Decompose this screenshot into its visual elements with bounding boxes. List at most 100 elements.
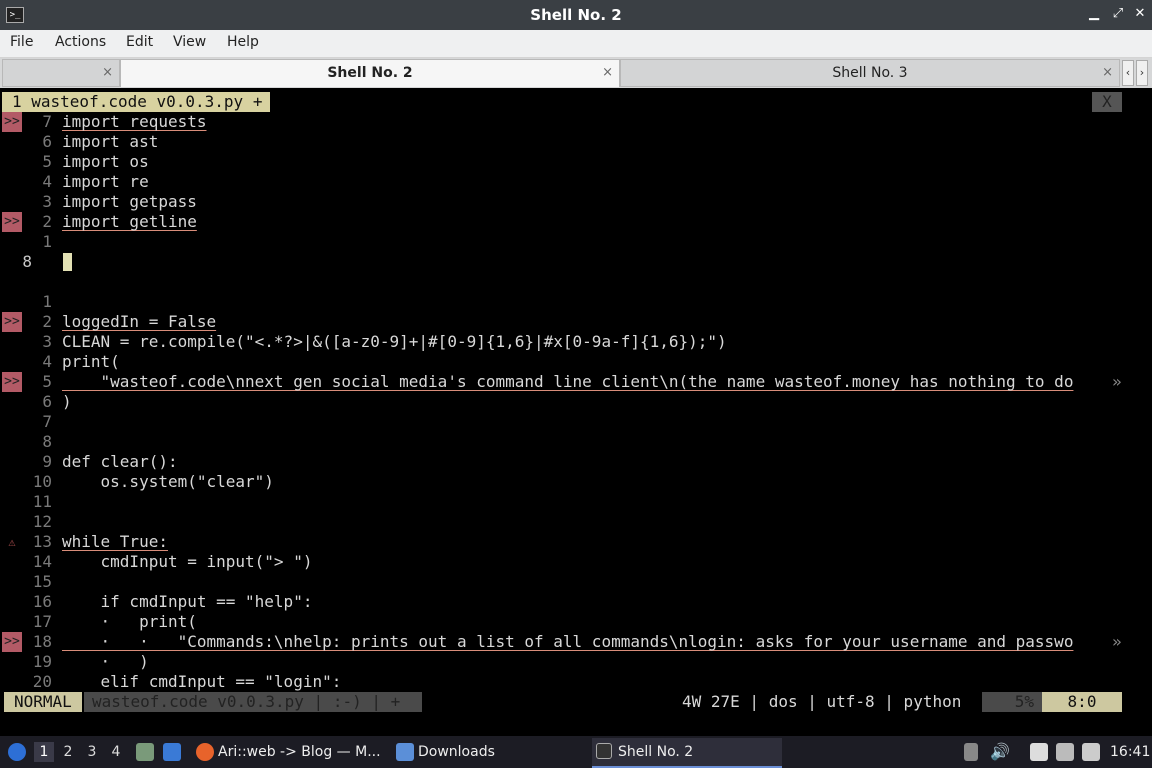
code-line[interactable]: >> 7 import requests [2, 112, 1150, 132]
close-icon[interactable]: × [102, 65, 113, 80]
terminal-view[interactable]: 1 wasteof.code v0.0.3.py + X >> 7 import r… [2, 90, 1150, 734]
code-line[interactable]: 12 [2, 512, 1150, 532]
code-line[interactable]: ⚠ 13 while True: [2, 532, 1150, 552]
taskbar: 1 2 3 4 Ari::web -> Blog — M... Download… [0, 736, 1152, 768]
start-menu-icon[interactable] [8, 743, 26, 761]
code-line[interactable] [2, 272, 1150, 292]
tab-shell-1[interactable]: × [2, 59, 120, 87]
code-line[interactable]: 10 os.system("clear") [2, 472, 1150, 492]
workspace-3[interactable]: 3 [82, 742, 102, 762]
status-percent: 5% [982, 692, 1042, 712]
terminal-icon [596, 743, 612, 759]
close-icon[interactable]: × [602, 65, 613, 80]
code-line[interactable]: 3 CLEAN = re.compile("<.*?>|&([a-z0-9]+|#… [2, 332, 1150, 352]
code-line[interactable]: 17 · print( [2, 612, 1150, 632]
code-text: · ) [62, 652, 149, 671]
code-line[interactable]: 11 [2, 492, 1150, 512]
error-sign: >> [2, 112, 22, 132]
code-line[interactable]: 20 elif cmdInput == "login": [2, 672, 1150, 692]
code-line[interactable]: 6 import ast [2, 132, 1150, 152]
code-line[interactable]: 8 [2, 432, 1150, 452]
line-number: 14 [32, 552, 52, 571]
clock[interactable]: 16:41 [1110, 736, 1150, 768]
line-number: 2 [42, 212, 52, 231]
code-line[interactable]: 4 print( [2, 352, 1150, 372]
notifications-icon[interactable] [1082, 743, 1100, 761]
code-line[interactable]: 7 [2, 412, 1150, 432]
status-filename: wasteof.code v0.0.3.py | :-) | + [84, 692, 422, 712]
code-text: import getline [62, 212, 197, 231]
tab-label: Shell No. 2 [327, 65, 413, 81]
firefox-icon [196, 743, 214, 761]
line-number: 6 [42, 392, 52, 411]
code-line[interactable]: >> 2 import getline [2, 212, 1150, 232]
line-overflow-marker: » [1112, 632, 1122, 651]
code-line[interactable]: 15 [2, 572, 1150, 592]
code-line[interactable]: 1 [2, 232, 1150, 252]
error-sign: >> [2, 312, 22, 332]
code-line[interactable]: 19 · ) [2, 652, 1150, 672]
code-line[interactable]: 14 cmdInput = input("> ") [2, 552, 1150, 572]
code-line[interactable]: 16 if cmdInput == "help": [2, 592, 1150, 612]
workspace-2[interactable]: 2 [58, 742, 78, 762]
code-line[interactable]: 5 import os [2, 152, 1150, 172]
code-text: while True: [62, 532, 168, 551]
buffer-tab[interactable]: 1 wasteof.code v0.0.3.py + [2, 92, 271, 112]
menu-actions[interactable]: Actions [55, 34, 106, 50]
code-line[interactable]: 6) [2, 392, 1150, 412]
close-icon[interactable]: ✕ [1132, 6, 1148, 22]
menu-edit[interactable]: Edit [126, 34, 153, 50]
code-text: import os [62, 152, 149, 171]
menu-view[interactable]: View [173, 34, 206, 50]
line-overflow-marker: » [1112, 372, 1122, 391]
code-text: import requests [62, 112, 207, 131]
workspace-4[interactable]: 4 [106, 742, 126, 762]
maximize-icon[interactable]: ⤢ [1110, 6, 1126, 22]
task-firefox[interactable]: Ari::web -> Blog — M... [194, 738, 384, 766]
window-title: Shell No. 2 [530, 6, 622, 24]
code-text: def clear(): [62, 452, 178, 471]
show-desktop-icon[interactable] [163, 743, 181, 761]
task-label: Shell No. 2 [618, 744, 694, 760]
menu-help[interactable]: Help [227, 34, 259, 50]
line-number: 13 [32, 532, 52, 551]
tab-shell-2[interactable]: Shell No. 2 × [120, 59, 620, 87]
file-manager-icon[interactable] [136, 743, 154, 761]
minimize-icon[interactable]: ▁ [1086, 6, 1102, 22]
code-text: · print( [62, 612, 197, 631]
code-line[interactable]: 1 [2, 292, 1150, 312]
code-line[interactable]: 4 import re [2, 172, 1150, 192]
task-label: Downloads [418, 744, 495, 760]
line-number: 7 [42, 412, 52, 431]
network-icon[interactable] [1056, 743, 1074, 761]
line-number: 5 [42, 152, 52, 171]
buffer-close-button[interactable]: X [1092, 92, 1122, 112]
code-text: import re [62, 172, 149, 191]
line-number: 2 [42, 312, 52, 331]
workspace-1[interactable]: 1 [34, 742, 54, 762]
clipboard-icon[interactable] [1030, 743, 1048, 761]
code-line[interactable]: >> 5 "wasteof.code\nnext gen social media… [2, 372, 1150, 392]
task-shell[interactable]: Shell No. 2 [592, 738, 782, 768]
code-text: ) [62, 392, 72, 411]
close-icon[interactable]: × [1102, 65, 1113, 80]
volume-icon[interactable]: 🔊 [990, 736, 1010, 768]
status-position: 8:0 [1042, 692, 1122, 712]
code-line[interactable]: 8 [2, 252, 1150, 272]
warning-sign-icon: ⚠ [8, 535, 16, 549]
code-line[interactable]: 9 def clear(): [2, 452, 1150, 472]
tab-scroll-left-icon[interactable]: ‹ [1122, 60, 1134, 86]
tab-scroll-right-icon[interactable]: › [1136, 60, 1148, 86]
code-text: if cmdInput == "help": [62, 592, 313, 611]
tab-shell-3[interactable]: Shell No. 3 × [620, 59, 1120, 87]
code-line[interactable]: 3 import getpass [2, 192, 1150, 212]
code-line[interactable]: >> 18 · · "Commands:\nhelp: prints out a … [2, 632, 1150, 652]
status-info: 4W 27E | dos | utf-8 | python [682, 692, 962, 711]
window-titlebar: >_ Shell No. 2 ▁ ⤢ ✕ [0, 0, 1152, 30]
line-number: 7 [42, 112, 52, 131]
menu-file[interactable]: File [10, 34, 33, 50]
battery-icon[interactable] [964, 743, 978, 761]
tab-bar: × Shell No. 2 × Shell No. 3 × ‹ › [0, 58, 1152, 88]
task-downloads[interactable]: Downloads [394, 738, 584, 766]
code-line[interactable]: >> 2 loggedIn = False [2, 312, 1150, 332]
